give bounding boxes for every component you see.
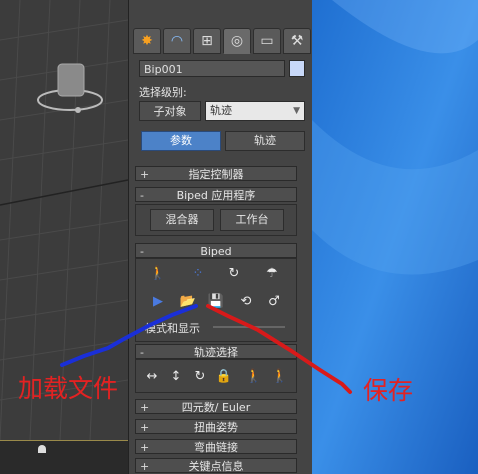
collapse-icon: - [140, 189, 144, 202]
divider [213, 326, 285, 328]
collapse-icon: - [140, 346, 144, 359]
subobject-button[interactable]: 子对象 [139, 101, 201, 121]
display-tab-icon[interactable]: ▭ [253, 28, 281, 54]
chevron-down-icon: ▼ [293, 106, 300, 116]
trajectories-button[interactable]: 轨迹 [225, 131, 305, 151]
load-file-annotation: 加载文件 [18, 374, 119, 403]
figure-mode-icon[interactable]: 🚶 [148, 263, 168, 283]
mixer-mode-icon[interactable]: ☂ [262, 263, 282, 283]
biped-app-group: 混合器 工作台 [135, 204, 297, 236]
expand-icon: + [140, 168, 150, 181]
object-color-swatch[interactable] [289, 60, 305, 77]
rollout-quaternion[interactable]: + 四元数/ Euler [135, 399, 297, 414]
collapse-icon: - [140, 245, 144, 258]
utilities-tab-icon[interactable]: ⚒ [283, 28, 311, 54]
rollout-title: 指定控制器 [188, 168, 244, 181]
save-file-icon[interactable]: 💾 [206, 291, 226, 311]
rollout-track-selection[interactable]: - 轨迹选择 [135, 344, 297, 359]
rollout-title: Biped 应用程序 [176, 189, 256, 202]
vertical-move-icon[interactable]: ↕ [166, 366, 186, 386]
workbench-button[interactable]: 工作台 [220, 209, 284, 231]
rollout-title: 轨迹选择 [194, 346, 238, 359]
create-tab-icon[interactable]: ✸ [133, 28, 161, 54]
expand-icon: + [140, 401, 150, 414]
motion-flow-mode-icon[interactable]: ↻ [224, 263, 244, 283]
parameters-button[interactable]: 参数 [141, 131, 221, 151]
rollout-biped[interactable]: - Biped [135, 243, 297, 258]
rollout-twist[interactable]: + 扭曲姿势 [135, 419, 297, 434]
rollout-title: 弯曲链接 [194, 441, 238, 454]
selection-level-label: 选择级别: [139, 86, 187, 99]
command-panel-tabs: ✸ ◠ ⊞ ◎ ▭ ⚒ [133, 28, 311, 54]
rollout-assign-controller[interactable]: + 指定控制器 [135, 166, 297, 181]
expand-icon: + [140, 460, 150, 473]
rollout-keyinfo[interactable]: + 关键点信息 [135, 458, 297, 473]
rollout-biped-app[interactable]: - Biped 应用程序 [135, 187, 297, 202]
rollout-title: 关键点信息 [188, 460, 244, 473]
footstep-mode-icon[interactable]: ⁘ [188, 263, 208, 283]
open-folder-icon[interactable]: 📂 [178, 291, 198, 311]
load-file-icon[interactable]: ▶ [148, 291, 168, 311]
expand-icon: + [140, 441, 150, 454]
select-opposite-icon[interactable]: 🚶 [244, 366, 264, 386]
convert-icon[interactable]: ⟲ [236, 291, 256, 311]
move-all-mode-icon[interactable]: ♂ [264, 291, 284, 311]
lock-icon[interactable]: 🔒 [214, 366, 234, 386]
horizontal-move-icon[interactable]: ↔ [142, 366, 162, 386]
mixer-button[interactable]: 混合器 [150, 209, 214, 231]
select-symmetrical-icon[interactable]: 🚶 [270, 366, 290, 386]
save-annotation: 保存 [363, 376, 414, 405]
hierarchy-tab-icon[interactable]: ⊞ [193, 28, 221, 54]
rotate-icon[interactable]: ↻ [190, 366, 210, 386]
motion-tab-icon[interactable]: ◎ [223, 28, 251, 54]
selection-level-select[interactable]: 轨迹 ▼ [205, 101, 305, 121]
selection-level-value: 轨迹 [210, 104, 232, 117]
track-selection-group: ↔ ↕ ↻ 🔒 🚶 🚶 [135, 359, 297, 393]
object-name-input[interactable]: Bip001 [139, 60, 285, 77]
time-marker[interactable] [38, 445, 46, 453]
modify-tab-icon[interactable]: ◠ [163, 28, 191, 54]
rollout-title: 四元数/ Euler [181, 401, 251, 414]
timeline-strip[interactable] [0, 440, 128, 474]
rollout-title: 扭曲姿势 [194, 421, 238, 434]
command-panel: ✸ ◠ ⊞ ◎ ▭ ⚒ Bip001 选择级别: 子对象 轨迹 ▼ 参数 轨迹 … [128, 0, 313, 474]
expand-icon: + [140, 421, 150, 434]
rollout-title: Biped [200, 245, 232, 258]
rollout-bend[interactable]: + 弯曲链接 [135, 439, 297, 454]
mode-display-label: 模式和显示 [145, 322, 200, 335]
